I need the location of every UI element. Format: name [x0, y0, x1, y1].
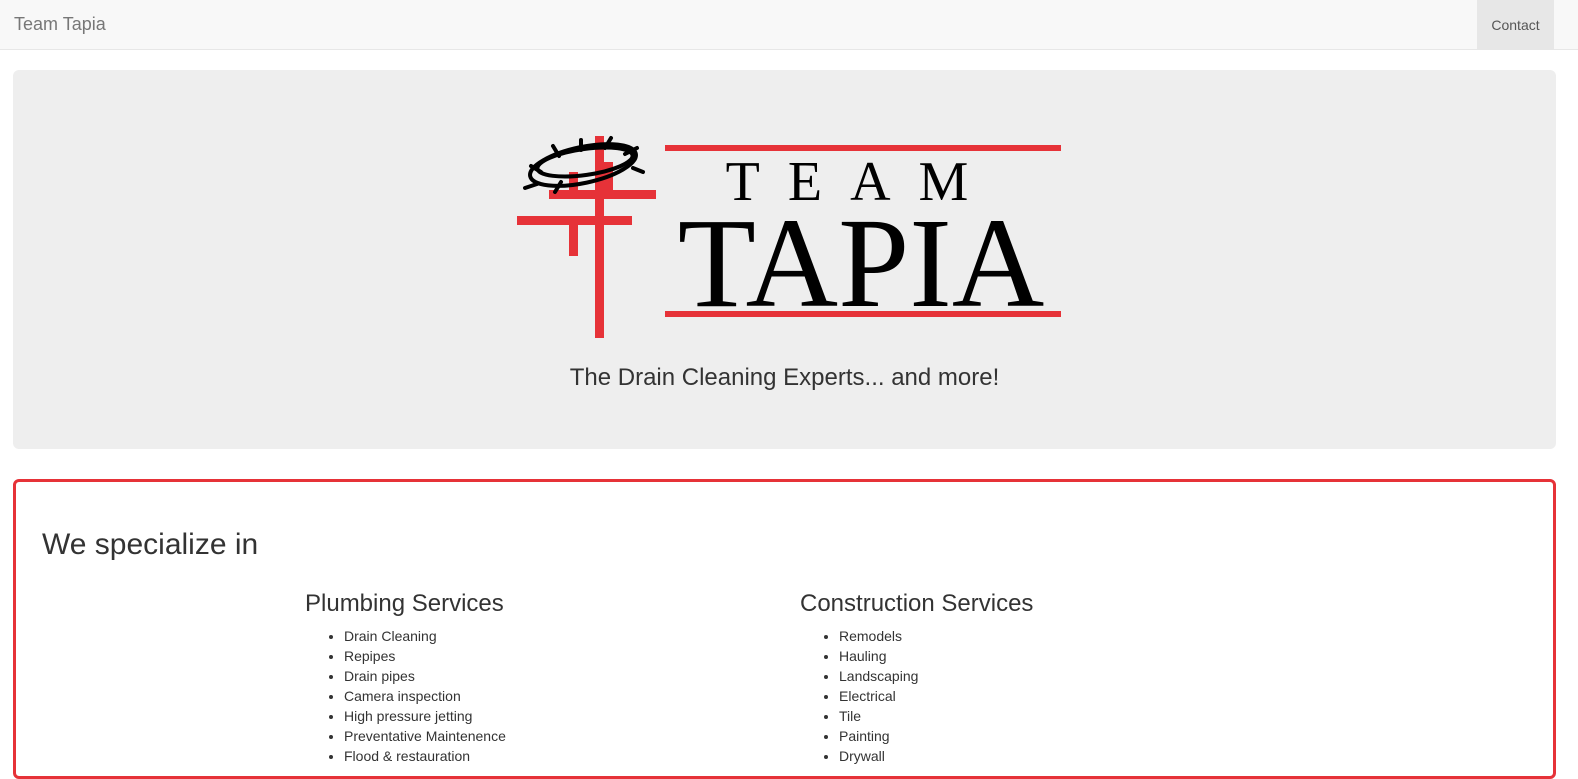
- logo-tapia-text: TAPIA: [678, 192, 1045, 334]
- navbar: Team Tapia Contact: [0, 0, 1578, 50]
- services-heading: We specialize in: [42, 528, 259, 561]
- list-item: Camera inspection: [344, 686, 506, 706]
- list-item: Drain pipes: [344, 666, 506, 686]
- list-item: Remodels: [839, 626, 1033, 646]
- crown-of-thorns-icon: [523, 136, 645, 194]
- team-tapia-logo: TEAM TAPIA: [517, 136, 1061, 338]
- list-item: Painting: [839, 726, 1033, 746]
- cross-vertical-bar: [595, 136, 604, 338]
- construction-services-column: Construction Services Remodels Hauling L…: [800, 590, 1033, 766]
- nav-contact-link[interactable]: Contact: [1477, 0, 1554, 49]
- hero-tagline: The Drain Cleaning Experts... and more!: [569, 364, 1000, 391]
- plumbing-services-column: Plumbing Services Drain Cleaning Repipes…: [305, 590, 506, 766]
- cross-left-tab: [569, 216, 578, 256]
- construction-services-title: Construction Services: [800, 590, 1034, 617]
- list-item: Drain Cleaning: [344, 626, 506, 646]
- plumbing-services-list: Drain Cleaning Repipes Drain pipes Camer…: [305, 626, 506, 766]
- brand-link[interactable]: Team Tapia: [14, 14, 106, 35]
- list-item: Hauling: [839, 646, 1033, 666]
- list-item: Landscaping: [839, 666, 1033, 686]
- cross-upper-bar: [549, 190, 656, 199]
- plumbing-services-title: Plumbing Services: [305, 590, 504, 617]
- services-panel: We specialize in Plumbing Services Drain…: [13, 479, 1556, 779]
- hero-jumbotron: TEAM TAPIA The Drain Cleaning Experts...…: [13, 70, 1556, 449]
- construction-services-list: Remodels Hauling Landscaping Electrical …: [800, 626, 1033, 766]
- list-item: Flood & restauration: [344, 746, 506, 766]
- list-item: Preventative Maintenence: [344, 726, 506, 746]
- list-item: Repipes: [344, 646, 506, 666]
- list-item: High pressure jetting: [344, 706, 506, 726]
- list-item: Drywall: [839, 746, 1033, 766]
- list-item: Electrical: [839, 686, 1033, 706]
- list-item: Tile: [839, 706, 1033, 726]
